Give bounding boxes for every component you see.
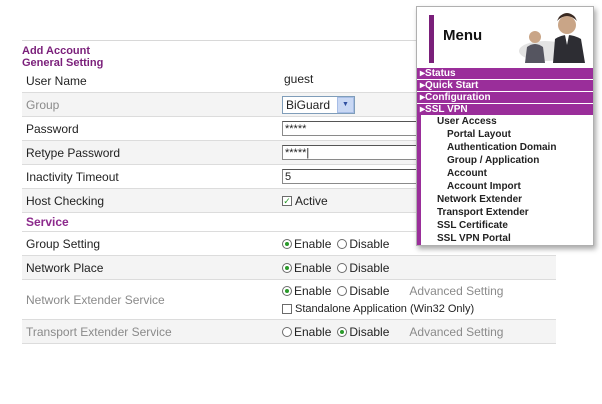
chevron-down-icon[interactable]: ▼ [337,96,354,113]
transport-extender-disable-label: Disable [349,324,390,339]
menu-item-portal-layout[interactable]: Portal Layout [421,128,593,141]
group-setting-enable-radio[interactable] [282,238,292,249]
user-name-value: guest [282,72,422,89]
inactivity-timeout-input[interactable]: 5 [282,169,422,184]
row-transport-extender-service: Transport Extender Service Enable Disabl… [22,320,556,344]
group-setting-disable-label: Disable [349,236,390,251]
menu-item-ssl-vpn-label: SSL VPN [425,104,468,115]
host-checking-label: Host Checking [26,193,105,208]
row-network-place: Network Place Enable Disable [22,256,556,280]
menu-item-ssl-certificate[interactable]: SSL Certificate [421,219,593,232]
network-place-enable-radio[interactable] [282,262,292,273]
network-place-enable-label: Enable [294,260,332,275]
group-select-value: BiGuard [286,97,331,112]
transport-extender-disable-radio[interactable] [337,326,348,337]
password-input[interactable]: ***** [282,121,422,136]
group-setting-label: Group Setting [26,236,101,251]
business-people-illustration [505,11,589,63]
network-extender-disable-label: Disable [349,283,390,298]
group-select[interactable]: BiGuard ▼ [282,95,355,114]
retype-password-input[interactable]: *****| [282,145,422,160]
transport-extender-enable-radio[interactable] [282,326,292,337]
menu-item-account-import[interactable]: Account Import [421,180,593,193]
network-extender-advanced-setting: Advanced Setting [409,283,504,298]
menu-item-configuration-label: Configuration [425,92,491,103]
network-extender-service-label: Network Extender Service [26,292,165,307]
row-network-extender-service: Network Extender Service Enable Disable … [22,280,556,320]
menu-item-ssl-vpn[interactable]: ▸SSL VPN [417,103,593,115]
user-name-label: User Name [26,73,87,88]
transport-extender-advanced-setting: Advanced Setting [409,324,504,339]
network-extender-enable-radio[interactable] [282,285,292,296]
retype-password-label: Retype Password [26,145,121,160]
inactivity-timeout-label: Inactivity Timeout [26,169,119,184]
menu-title: Menu [443,27,483,44]
transport-extender-enable-label: Enable [294,324,332,339]
menu-item-quick-start-label: Quick Start [425,80,479,91]
menu-panel: Menu ▸Status ▸Quick Start ▸Configuration… [416,6,594,246]
network-place-disable-label: Disable [349,260,390,275]
menu-item-account[interactable]: Account [421,167,593,180]
menu-item-quick-start[interactable]: ▸Quick Start [417,79,593,91]
menu-item-status-label: Status [425,68,456,79]
network-extender-disable-radio[interactable] [337,285,348,296]
menu-header: Menu [417,7,593,67]
active-checkbox[interactable]: ✓ [282,195,292,206]
transport-extender-service-label: Transport Extender Service [26,324,172,339]
group-setting-enable-label: Enable [294,236,332,251]
network-place-label: Network Place [26,260,104,275]
ssl-vpn-submenu: User Access Portal Layout Authentication… [417,115,593,245]
menu-item-network-extender[interactable]: Network Extender [421,193,593,206]
menu-item-user-access[interactable]: User Access [421,115,593,128]
menu-item-transport-extender[interactable]: Transport Extender [421,206,593,219]
network-extender-enable-label: Enable [294,283,332,298]
menu-item-authentication-domain[interactable]: Authentication Domain [421,141,593,154]
network-place-disable-radio[interactable] [337,262,348,273]
standalone-application-label: Standalone Application (Win32 Only) [295,302,475,315]
menu-item-ssl-vpn-portal[interactable]: SSL VPN Portal [421,232,593,245]
menu-item-status[interactable]: ▸Status [417,67,593,79]
menu-item-configuration[interactable]: ▸Configuration [417,91,593,103]
menu-item-group-application[interactable]: Group / Application [421,154,593,167]
group-label: Group [26,97,60,112]
password-label: Password [26,121,79,136]
standalone-application-checkbox[interactable] [282,303,292,314]
active-checkbox-label: Active [295,193,328,208]
group-setting-disable-radio[interactable] [337,238,348,249]
menu-header-accent [429,15,434,63]
